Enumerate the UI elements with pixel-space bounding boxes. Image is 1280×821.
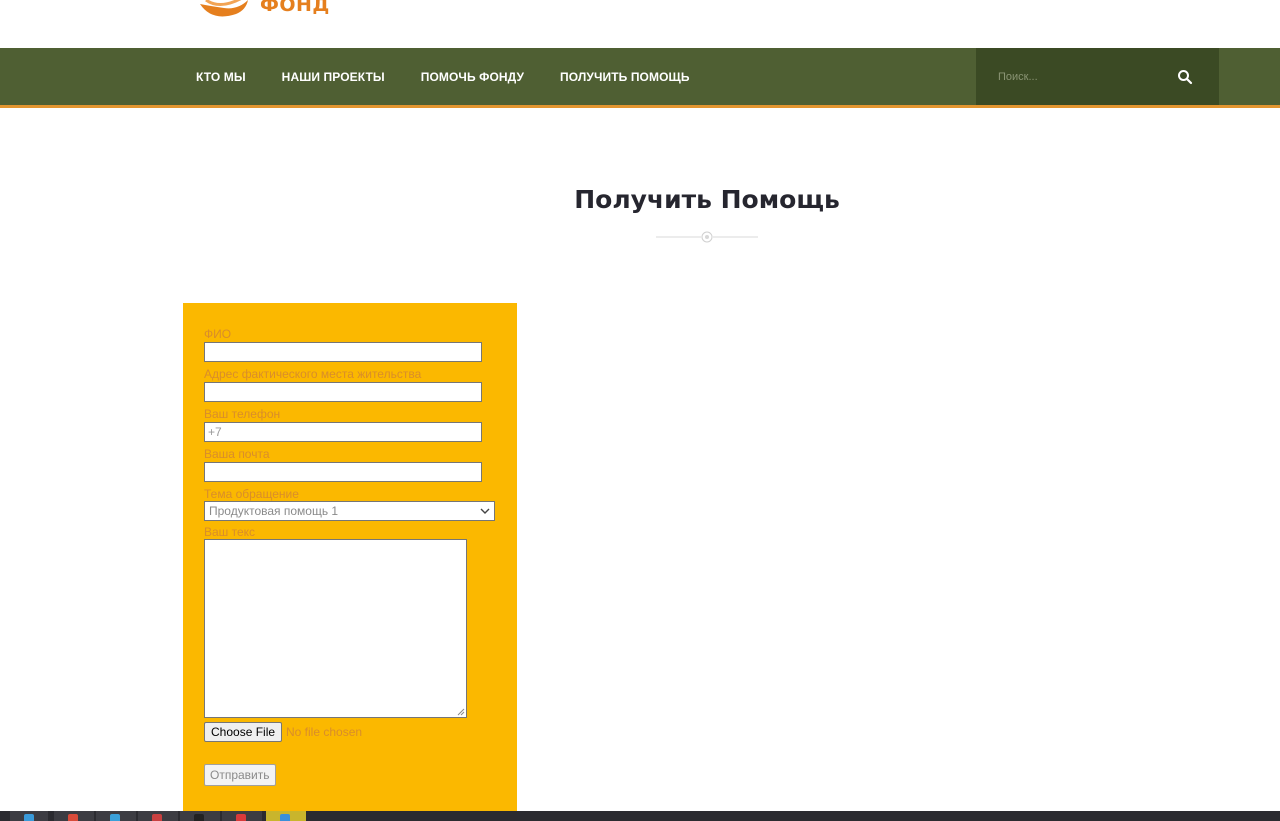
app-icon[interactable] bbox=[138, 811, 178, 821]
resize-grip-icon[interactable] bbox=[457, 708, 465, 716]
fio-field[interactable] bbox=[204, 342, 482, 362]
nav-item-projects[interactable]: НАШИ ПРОЕКТЫ bbox=[282, 70, 385, 84]
main-navbar: КТО МЫ НАШИ ПРОЕКТЫ ПОМОЧЬ ФОНДУ ПОЛУЧИТ… bbox=[0, 48, 1280, 108]
nav-item-about[interactable]: КТО МЫ bbox=[196, 70, 246, 84]
nav-menu: КТО МЫ НАШИ ПРОЕКТЫ ПОМОЧЬ ФОНДУ ПОЛУЧИТ… bbox=[196, 48, 726, 105]
active-app-icon[interactable] bbox=[266, 811, 306, 821]
help-request-form: ФИО Адрес фактического места жительства … bbox=[183, 303, 517, 813]
email-label: Ваша почта bbox=[204, 447, 270, 461]
submit-button[interactable]: Отправить bbox=[204, 764, 276, 786]
opera-icon[interactable] bbox=[222, 811, 262, 821]
chevron-down-icon bbox=[480, 508, 490, 514]
choose-file-button[interactable]: Choose File bbox=[204, 722, 283, 742]
phone-field[interactable] bbox=[204, 422, 482, 442]
phone-label: Ваш телефон bbox=[204, 407, 281, 421]
file-status: No file chosen bbox=[286, 725, 363, 739]
topic-label: Тема обращение bbox=[204, 487, 299, 501]
topic-selected-value: Продуктовая помощь 1 bbox=[209, 504, 339, 518]
nav-item-donate[interactable]: ПОМОЧЬ ФОНДУ bbox=[421, 70, 524, 84]
telegram-icon[interactable] bbox=[96, 811, 136, 821]
search-box bbox=[976, 48, 1219, 105]
nav-item-get-help[interactable]: ПОЛУЧИТЬ ПОМОЩЬ bbox=[560, 70, 690, 84]
windows-start-icon[interactable] bbox=[10, 811, 48, 821]
address-label: Адрес фактического места жительства bbox=[204, 367, 422, 381]
os-taskbar bbox=[0, 811, 1280, 821]
logo-text: ФОНД bbox=[260, 0, 330, 16]
hands-logo-icon bbox=[200, 0, 248, 17]
message-textarea[interactable] bbox=[204, 539, 467, 718]
site-logo[interactable]: ФОНД bbox=[198, 0, 398, 48]
address-field[interactable] bbox=[204, 382, 482, 402]
fio-label: ФИО bbox=[204, 327, 232, 341]
search-input[interactable] bbox=[998, 67, 1168, 87]
topic-select[interactable]: Продуктовая помощь 1 bbox=[204, 501, 495, 521]
message-label: Ваш текс bbox=[204, 525, 256, 539]
title-divider bbox=[656, 231, 758, 243]
search-icon[interactable] bbox=[1177, 69, 1193, 85]
terminal-icon[interactable] bbox=[180, 811, 220, 821]
email-field[interactable] bbox=[204, 462, 482, 482]
chrome-icon[interactable] bbox=[54, 811, 94, 821]
page-title: Получить Помощь bbox=[574, 185, 840, 214]
